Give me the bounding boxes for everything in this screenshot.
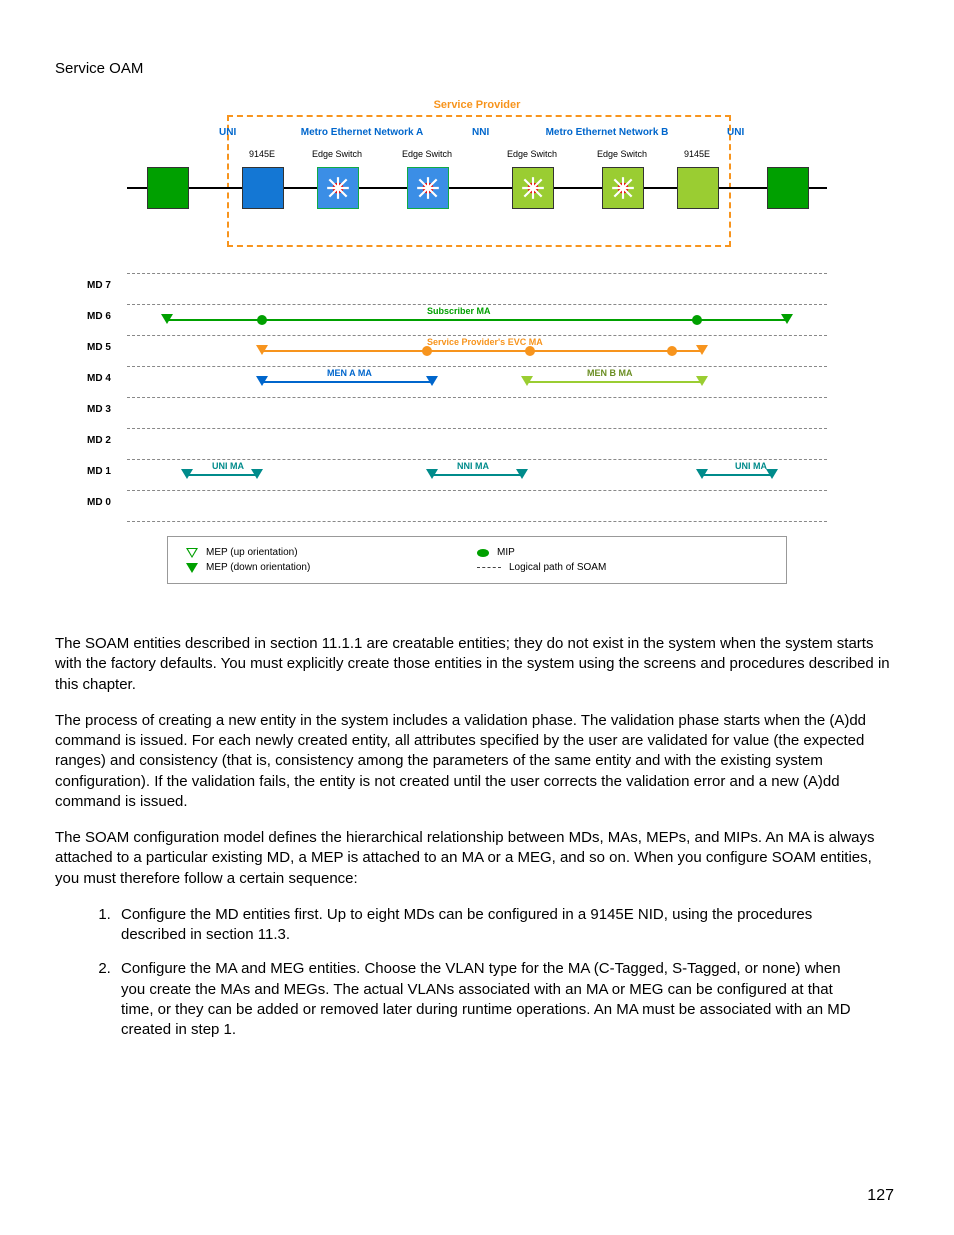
mep-icon [696,376,708,386]
mep-down-icon [161,314,173,324]
edge-switch-a1 [317,167,359,209]
md-label-5: MD 5 [87,342,111,353]
ce-device-left [147,167,189,209]
list-item-2: Configure the MA and MEG entities. Choos… [115,959,859,1040]
diagram-legend: MEP (up orientation) MIP MEP (down orien… [167,536,787,584]
mep-icon [521,376,533,386]
md-label-4: MD 4 [87,373,111,384]
legend-text: Logical path of SOAM [509,562,606,573]
uni-ma-label-right: UNI MA [735,461,767,471]
nid-9145e-left [242,167,284,209]
men-a-ma-label: MEN A MA [327,368,372,378]
mep-down-icon [186,563,198,573]
paragraph-2: The process of creating a new entity in … [55,711,899,812]
mep-up-icon [256,345,268,355]
dev-label-edge-a1: Edge Switch [302,149,372,159]
dev-label-9145e-b: 9145E [672,149,722,159]
uni-label-left: UNI [219,127,236,138]
mep-icon [256,376,268,386]
mip-icon [525,346,535,356]
md-row-4: MD 4 MEN A MA MEN B MA [127,366,827,397]
mep-icon [181,469,193,479]
dev-label-edge-b2: Edge Switch [587,149,657,159]
mep-up-icon [696,345,708,355]
ce-device-right [767,167,809,209]
diagram-top-row: Service Provider UNI NNI UNI CE CE Metro… [127,107,827,267]
mep-up-icon [186,548,198,558]
md-label-6: MD 6 [87,311,111,322]
men-b-label: Metro Ethernet Network B [507,127,707,138]
md-label-3: MD 3 [87,404,111,415]
subscriber-ma-label: Subscriber MA [427,306,491,316]
legend-text: MEP (up orientation) [206,547,298,558]
mip-icon [477,549,489,557]
legend-text: MEP (down orientation) [206,562,310,573]
men-a-label: Metro Ethernet Network A [262,127,462,138]
dev-label-edge-b1: Edge Switch [497,149,567,159]
device-connection-line [127,187,827,189]
uni-ma-label-left: UNI MA [212,461,244,471]
md-row-7: MD 7 [127,273,827,304]
legend-mip: MIP [477,545,768,560]
uni-ma-line-right [702,474,772,476]
mep-icon [516,469,528,479]
dev-label-9145e-a: 9145E [237,149,287,159]
md-label-7: MD 7 [87,280,111,291]
edge-switch-b2 [602,167,644,209]
legend-text: MIP [497,547,515,558]
md-label-2: MD 2 [87,435,111,446]
logical-path-icon [477,567,501,568]
nid-9145e-right [677,167,719,209]
mep-icon [696,469,708,479]
mip-icon [667,346,677,356]
edge-switch-a2 [407,167,449,209]
page-header: Service OAM [55,60,899,77]
sp-evc-ma-label: Service Provider's EVC MA [427,337,543,347]
legend-mep-down: MEP (down orientation) [186,560,477,575]
md-label-0: MD 0 [87,497,111,508]
dev-label-edge-a2: Edge Switch [392,149,462,159]
nni-label: NNI [472,127,489,138]
men-b-ma-label: MEN B MA [587,368,633,378]
list-item-1: Configure the MD entities first. Up to e… [115,905,859,946]
nni-ma-line [432,474,522,476]
md-level-grid: MD 7 MD 6 Subscriber MA MD 5 Service Pro… [127,273,827,522]
md-row-5: MD 5 Service Provider's EVC MA [127,335,827,366]
md-row-6: MD 6 Subscriber MA [127,304,827,335]
men-a-ma-line [262,381,432,383]
md-row-0: MD 0 [127,490,827,522]
uni-label-right: UNI [727,127,744,138]
mep-down-icon [781,314,793,324]
body-text: The SOAM entities described in section 1… [55,634,899,1040]
paragraph-1: The SOAM entities described in section 1… [55,634,899,695]
md-row-3: MD 3 [127,397,827,428]
nni-ma-label: NNI MA [457,461,489,471]
md-label-1: MD 1 [87,466,111,477]
men-b-ma-line [527,381,702,383]
mep-icon [251,469,263,479]
legend-mep-up: MEP (up orientation) [186,545,477,560]
sp-evc-ma-line [262,350,702,352]
mip-icon [422,346,432,356]
service-provider-label: Service Provider [127,99,827,111]
soam-diagram: Service Provider UNI NNI UNI CE CE Metro… [127,107,827,584]
edge-switch-b1 [512,167,554,209]
legend-logical-path: Logical path of SOAM [477,560,768,575]
page-number: 127 [867,1187,894,1205]
md-row-1: MD 1 UNI MA NNI MA UNI MA [127,459,827,490]
procedure-list: Configure the MD entities first. Up to e… [55,905,859,1041]
uni-ma-line-left [187,474,257,476]
paragraph-3: The SOAM configuration model defines the… [55,828,899,889]
mep-icon [766,469,778,479]
mip-icon [257,315,267,325]
mip-icon [692,315,702,325]
md-row-2: MD 2 [127,428,827,459]
mep-icon [426,376,438,386]
page: Service OAM Service Provider UNI NNI UNI… [0,0,954,1235]
mep-icon [426,469,438,479]
